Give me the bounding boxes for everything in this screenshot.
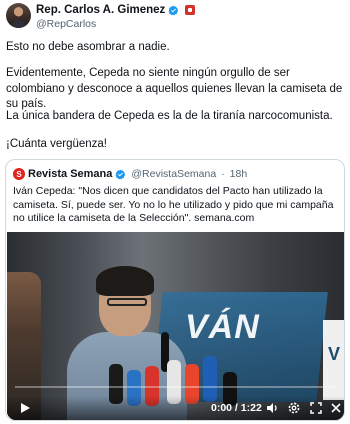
tweet-paragraph: ¡Cuánta vergüenza! (6, 138, 108, 150)
video-sign (323, 320, 344, 400)
quoted-tweet[interactable]: S Revista Semana @RevistaSemana · 18h Iv… (5, 159, 345, 421)
quoted-age: 18h (229, 168, 248, 180)
quoted-text: Iván Cepeda: "Nos dicen que candidatos d… (13, 185, 334, 224)
author-name[interactable]: Rep. Carlos A. Gimenez (36, 4, 165, 16)
tweet-paragraph: Esto no debe asombrar a nadie. (6, 41, 170, 53)
meta-separator: · (221, 168, 225, 180)
volume-icon[interactable] (265, 401, 279, 415)
verified-icon (116, 169, 126, 179)
video-time: 0:00 / 1:22 (211, 402, 262, 414)
semana-logo-icon: S (13, 168, 25, 180)
quoted-source-name: Revista Semana (28, 168, 113, 180)
settings-icon[interactable] (287, 401, 301, 415)
play-icon[interactable] (19, 402, 31, 414)
quoted-header: S Revista Semana @RevistaSemana · 18h (13, 168, 247, 180)
verified-icon (168, 5, 179, 15)
video-progress-bar[interactable] (15, 386, 337, 388)
author-avatar[interactable] (6, 3, 31, 28)
flag-badge-icon (185, 5, 196, 15)
video-banner-text: VÁN (185, 308, 260, 346)
tweet-paragraph: Evidentemente, Cepeda no siente ningún o… (6, 67, 343, 110)
fullscreen-icon[interactable] (309, 401, 323, 415)
author-name-row: Rep. Carlos A. Gimenez (36, 4, 196, 16)
video-player[interactable]: VÁN 0:00 / 1:22 (7, 232, 344, 420)
video-controls: 0:00 / 1:22 (7, 396, 344, 420)
tweet-header: Rep. Carlos A. Gimenez @RepCarlos (6, 3, 344, 33)
video-speaker-hair (96, 266, 154, 296)
video-speaker-glasses (107, 298, 147, 306)
close-icon[interactable] (329, 401, 343, 415)
tweet-paragraph: La única bandera de Cepeda es la de la t… (6, 110, 333, 122)
quoted-source-handle: @RevistaSemana (131, 168, 217, 180)
author-handle[interactable]: @RepCarlos (36, 18, 96, 30)
